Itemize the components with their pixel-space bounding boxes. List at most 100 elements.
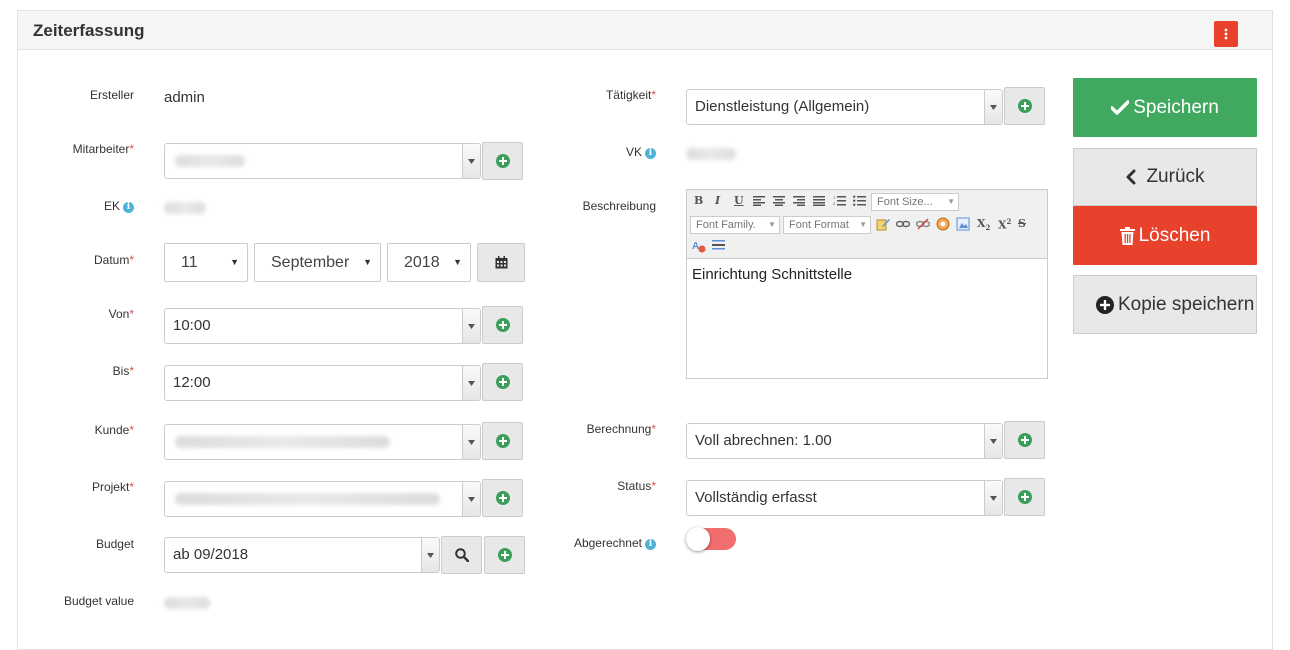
plus-circle-icon (1017, 490, 1032, 504)
budget-value-label: Budget value (63, 594, 134, 608)
bis-select[interactable]: 12:00 (164, 365, 481, 401)
bold-icon[interactable]: B (694, 194, 703, 207)
ersteller-value: admin (164, 89, 205, 106)
anchor-icon[interactable] (936, 217, 950, 231)
strikethrough-icon[interactable]: S (1018, 217, 1026, 230)
copy-save-button[interactable]: Kopie speichern (1073, 275, 1257, 334)
taetigkeit-select[interactable]: Dienstleistung (Allgemein) (686, 89, 1003, 125)
taetigkeit-label: Tätigkeit* (605, 88, 656, 102)
berechnung-select[interactable]: Voll abrechnen: 1.00 (686, 423, 1003, 459)
trash-icon (1119, 226, 1135, 245)
projekt-label: Projekt* (91, 480, 134, 494)
dropdown-arrow-icon (984, 90, 1002, 124)
calendar-icon (495, 256, 507, 269)
datum-day-select[interactable]: 11 ▼ (164, 243, 248, 282)
subscript-icon[interactable]: X2 (977, 217, 990, 232)
abgerechnet-label: Abgerechnet i (574, 536, 656, 550)
kunde-value-obscured (175, 436, 390, 448)
add-projekt-button[interactable] (482, 479, 523, 517)
svg-text:2: 2 (833, 201, 836, 206)
align-justify-icon[interactable] (813, 196, 825, 206)
beschreibung-label: Beschreibung (582, 199, 656, 213)
vertical-dots-icon (1224, 28, 1228, 40)
dropdown-arrow-icon (984, 424, 1002, 458)
unordered-list-icon[interactable] (853, 195, 866, 206)
link-icon[interactable] (896, 218, 910, 230)
info-icon[interactable]: i (645, 148, 656, 159)
plus-circle-icon (1017, 99, 1032, 113)
vk-value-obscured (686, 148, 736, 160)
image-icon[interactable] (956, 217, 970, 231)
add-mitarbeiter-button[interactable] (482, 142, 523, 180)
caret-down-icon: ▼ (230, 257, 239, 267)
align-center-icon[interactable] (773, 196, 785, 206)
add-status-button[interactable] (1004, 478, 1045, 516)
abgerechnet-toggle[interactable] (686, 527, 736, 551)
plus-circle-icon (495, 375, 510, 389)
add-bis-button[interactable] (482, 363, 523, 401)
status-label: Status* (617, 479, 656, 493)
projekt-select[interactable] (164, 481, 481, 517)
italic-icon[interactable]: I (715, 194, 720, 207)
calendar-button[interactable] (477, 243, 525, 282)
beschreibung-editor[interactable]: B I U 12 Font Size... ▼ Font Family. ▼ Fon… (686, 189, 1048, 379)
editor-content[interactable]: Einrichtung Schnittstelle (692, 266, 852, 283)
panel-header: Zeiterfassung (18, 11, 1272, 50)
berechnung-label: Berechnung* (586, 422, 656, 436)
ordered-list-icon[interactable]: 12 (833, 195, 846, 206)
add-berechnung-button[interactable] (1004, 421, 1045, 459)
add-budget-button[interactable] (484, 536, 525, 574)
add-taetigkeit-button[interactable] (1004, 87, 1045, 125)
kunde-select[interactable] (164, 424, 481, 460)
more-menu-button[interactable] (1214, 21, 1238, 47)
unlink-icon[interactable] (916, 218, 930, 230)
back-button[interactable]: Zurück (1073, 148, 1257, 206)
status-select[interactable]: Vollständig erfasst (686, 480, 1003, 516)
underline-icon[interactable]: U (734, 194, 744, 207)
ek-label: EK i (104, 199, 134, 213)
delete-button[interactable]: Löschen (1073, 206, 1257, 265)
mitarbeiter-label: Mitarbeiter* (72, 142, 134, 156)
plus-circle-icon (1096, 295, 1114, 314)
ek-value-obscured (164, 202, 206, 214)
plus-circle-icon (1017, 433, 1032, 447)
datum-year-select[interactable]: 2018 ▼ (387, 243, 471, 282)
plus-circle-icon (497, 548, 512, 562)
align-right-icon[interactable] (793, 196, 805, 206)
dropdown-arrow-icon (421, 538, 439, 572)
dropdown-arrow-icon (462, 425, 480, 459)
add-von-button[interactable] (482, 306, 523, 344)
edit-icon[interactable] (876, 217, 890, 231)
dropdown-arrow-icon (462, 144, 480, 178)
vk-label: VK i (626, 145, 656, 159)
plus-circle-icon (495, 434, 510, 448)
plus-circle-icon (495, 318, 510, 332)
add-kunde-button[interactable] (482, 422, 523, 460)
caret-down-icon: ▼ (363, 257, 372, 267)
align-left-icon[interactable] (753, 196, 765, 206)
info-icon[interactable]: i (645, 539, 656, 550)
budget-label: Budget (95, 537, 134, 551)
projekt-value-obscured (175, 493, 440, 505)
panel-title: Zeiterfassung (33, 21, 145, 40)
budget-value-obscured (164, 597, 210, 609)
kunde-label: Kunde* (94, 423, 134, 437)
caret-down-icon: ▼ (947, 197, 955, 206)
save-button[interactable]: Speichern (1073, 78, 1257, 137)
budget-search-button[interactable] (441, 536, 482, 574)
font-size-dropdown[interactable]: Font Size... ▼ (871, 193, 959, 211)
dropdown-arrow-icon (462, 309, 480, 343)
info-icon[interactable]: i (123, 202, 134, 213)
mitarbeiter-select[interactable] (164, 143, 481, 179)
datum-month-select[interactable]: September ▼ (254, 243, 381, 282)
svg-text:A: A (692, 241, 699, 252)
horizontal-rule-icon[interactable] (712, 240, 725, 250)
budget-select[interactable]: ab 09/2018 (164, 537, 440, 573)
superscript-icon[interactable]: X2 (998, 217, 1011, 232)
font-family-dropdown[interactable]: Font Family. ▼ (690, 216, 780, 234)
check-icon (1111, 100, 1130, 115)
font-format-dropdown[interactable]: Font Format ▼ (783, 216, 871, 234)
clear-format-icon[interactable]: A (692, 239, 706, 253)
toggle-knob (686, 527, 710, 551)
von-select[interactable]: 10:00 (164, 308, 481, 344)
